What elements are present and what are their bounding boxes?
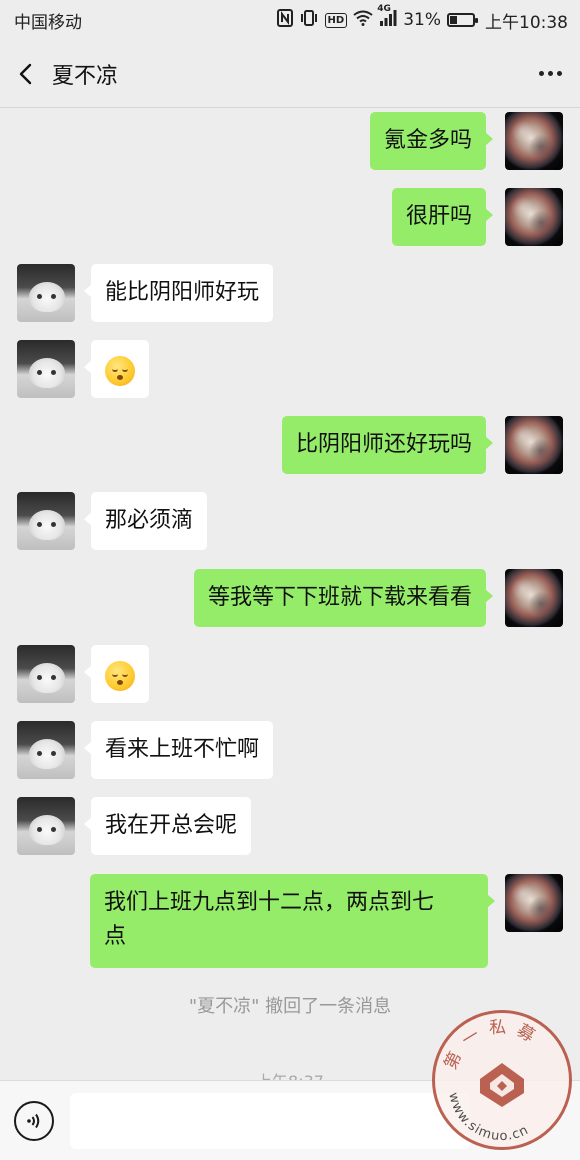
cat-avatar[interactable] xyxy=(17,797,75,855)
message-input[interactable] xyxy=(70,1092,470,1149)
more-options-icon[interactable] xyxy=(520,40,580,108)
hd-badge: HD xyxy=(324,12,348,28)
voice-input-icon[interactable] xyxy=(14,1100,54,1141)
watermark-stamp: 第一私募 www.simuo.cn xyxy=(432,1010,572,1150)
smirk-emoji-icon xyxy=(105,661,135,691)
cat-avatar[interactable] xyxy=(17,721,75,779)
nfc-icon xyxy=(276,9,293,31)
message-text: 等我等下下班就下载来看看 xyxy=(207,585,472,610)
message-bubble[interactable]: 看来上班不忙啊 xyxy=(83,721,274,779)
message-text: 我在开总会呢 xyxy=(105,813,238,838)
message-text: 能比阴阳师好玩 xyxy=(105,280,260,305)
message-bubble[interactable]: 我们上班九点到十二点，两点到七 点 xyxy=(90,874,495,968)
chat-area[interactable]: 氪金多吗 很肝吗 能比阴阳师好玩 比阴阳师还好玩吗 那必须滴 等我等下下班就下载… xyxy=(0,108,580,1080)
battery-icon xyxy=(447,13,478,27)
message-bubble[interactable]: 那必须滴 xyxy=(83,492,208,550)
message-bubble[interactable]: 氪金多吗 xyxy=(369,112,494,170)
smirk-emoji-icon xyxy=(105,356,135,386)
wifi-icon xyxy=(353,10,373,30)
message-text: 很肝吗 xyxy=(405,204,472,229)
carrier-label: 中国移动 xyxy=(14,12,82,33)
message-bubble[interactable]: 能比阴阳师好玩 xyxy=(83,264,274,322)
cat-avatar[interactable] xyxy=(17,645,75,703)
message-text-line: 我们上班九点到十二点，两点到七 xyxy=(104,890,435,915)
watermark-graphic: 第一私募 www.simuo.cn xyxy=(441,1018,546,1144)
planet-avatar[interactable] xyxy=(505,112,563,170)
cat-avatar[interactable] xyxy=(17,492,75,550)
message-bubble[interactable]: 等我等下下班就下载来看看 xyxy=(193,569,494,627)
network-type-label: 4G xyxy=(377,4,391,14)
planet-avatar[interactable] xyxy=(505,569,563,627)
status-icons: HD 4G 31% 上午10:38 xyxy=(276,4,568,33)
cat-avatar[interactable] xyxy=(17,264,75,322)
watermark-logo xyxy=(480,1063,524,1107)
planet-avatar[interactable] xyxy=(505,188,563,246)
message-bubble[interactable]: 比阴阳师还好玩吗 xyxy=(281,416,494,474)
cat-avatar[interactable] xyxy=(17,340,75,398)
watermark-title: 第一私募 xyxy=(441,1018,546,1073)
status-bar: 中国移动 HD 4G 31% 上午10:38 xyxy=(0,0,580,40)
message-text: 氪金多吗 xyxy=(383,128,472,153)
watermark-url: www.simuo.cn xyxy=(445,1091,531,1144)
message-text: 比阴阳师还好玩吗 xyxy=(295,432,472,457)
chat-title: 夏不凉 xyxy=(52,63,119,89)
message-bubble[interactable] xyxy=(84,340,149,398)
clock: 上午10:38 xyxy=(485,12,568,33)
message-bubble[interactable]: 很肝吗 xyxy=(391,188,494,246)
planet-avatar[interactable] xyxy=(505,416,563,474)
message-bubble[interactable] xyxy=(84,645,149,703)
message-text-line: 点 xyxy=(104,924,127,949)
message-bubble[interactable]: 我在开总会呢 xyxy=(83,797,252,855)
back-arrow-icon[interactable] xyxy=(0,40,52,108)
chat-header: 夏不凉 xyxy=(0,40,580,108)
battery-percent: 31% xyxy=(403,10,441,30)
planet-avatar[interactable] xyxy=(505,874,563,932)
message-text: 那必须滴 xyxy=(105,508,194,533)
vibrate-icon xyxy=(299,9,319,31)
signal-icon: 4G xyxy=(377,4,397,30)
message-text: 看来上班不忙啊 xyxy=(105,737,260,762)
